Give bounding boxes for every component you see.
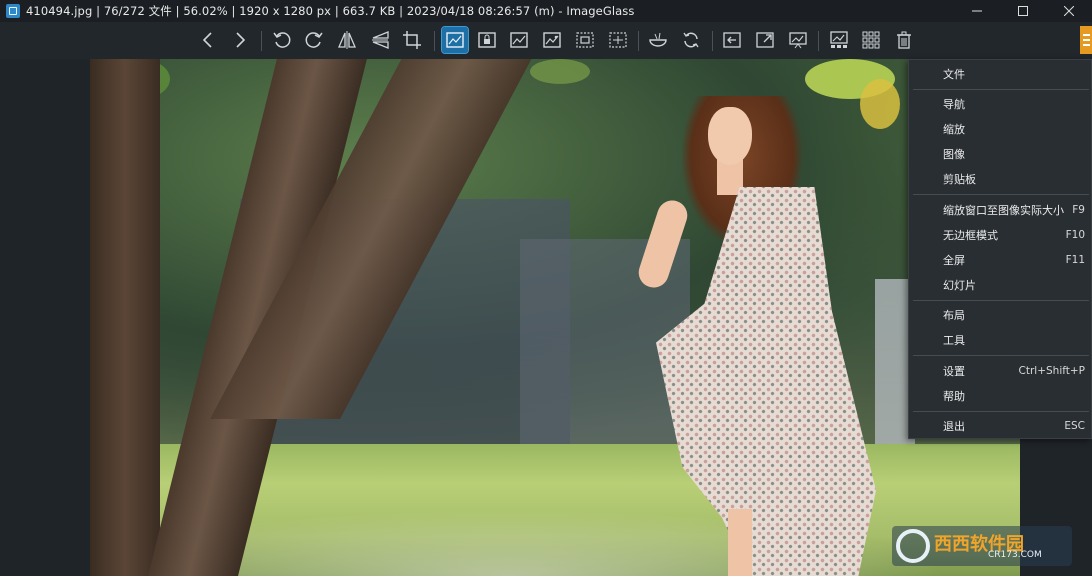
refresh-button[interactable] — [678, 27, 704, 53]
menu-item-image[interactable]: 图像 — [909, 141, 1092, 166]
menu-divider — [913, 194, 1089, 195]
toolbar-divider — [638, 31, 639, 51]
chevron-left-icon — [202, 32, 212, 48]
menu-item-fit-window[interactable]: 缩放窗口至图像实际大小 F9 — [909, 197, 1092, 222]
toolbar-divider — [818, 31, 819, 51]
refresh-icon — [683, 32, 699, 48]
thumbnail-icon — [830, 31, 848, 48]
flip-horizontal-button[interactable] — [334, 27, 360, 53]
lock-zoom-button[interactable] — [474, 27, 500, 53]
menu-divider — [913, 355, 1089, 356]
chevron-right-icon — [236, 32, 246, 48]
menu-item-navigation[interactable]: 导航 — [909, 91, 1092, 116]
toolbar — [0, 22, 1092, 59]
gallery-button[interactable] — [858, 27, 884, 53]
flip-horizontal-icon — [338, 31, 356, 49]
menu-item-layout[interactable]: 布局 — [909, 302, 1092, 327]
menu-item-help[interactable]: 帮助 — [909, 383, 1092, 408]
scale-to-fill-button[interactable] — [605, 27, 631, 53]
menu-divider — [913, 300, 1089, 301]
slideshow-icon — [789, 32, 807, 49]
menu-item-tools[interactable]: 工具 — [909, 327, 1092, 352]
menu-item-clipboard[interactable]: 剪贴板 — [909, 166, 1092, 191]
grid-icon — [862, 31, 880, 49]
previous-image-button[interactable] — [195, 27, 221, 53]
goto-icon — [723, 32, 741, 48]
image-lock-icon — [478, 32, 496, 48]
title-bar: 410494.jpg | 76/272 文件 | 56.02% | 1920 x… — [0, 0, 1092, 22]
rotate-right-button[interactable] — [301, 27, 327, 53]
menu-item-fullscreen[interactable]: 全屏 F11 — [909, 247, 1092, 272]
rotate-right-icon — [305, 32, 323, 48]
menu-divider — [913, 411, 1089, 412]
main-menu: 文件 导航 缩放 图像 剪贴板 缩放窗口至图像实际大小 F9 无边框模式 F10… — [908, 59, 1092, 439]
flip-vertical-button[interactable] — [367, 27, 393, 53]
menu-divider — [913, 89, 1089, 90]
maximize-icon — [1018, 6, 1028, 16]
scale-to-height-button[interactable] — [539, 27, 565, 53]
maximize-button[interactable] — [1000, 0, 1046, 22]
menu-item-zoom[interactable]: 缩放 — [909, 116, 1092, 141]
watermark-url: CR173.COM — [988, 550, 1042, 560]
scale-to-fit-button[interactable] — [572, 27, 598, 53]
minimize-button[interactable] — [954, 0, 1000, 22]
scale-height-icon — [543, 32, 561, 48]
crop-icon — [403, 31, 421, 49]
close-button[interactable] — [1046, 0, 1092, 22]
window-title: 410494.jpg | 76/272 文件 | 56.02% | 1920 x… — [26, 4, 635, 18]
toolbar-divider — [261, 31, 262, 51]
checkerboard-button[interactable] — [645, 27, 671, 53]
minimize-icon — [972, 10, 982, 12]
menu-item-slideshow[interactable]: 幻灯片 — [909, 272, 1092, 297]
scale-width-icon — [510, 32, 528, 48]
slideshow-button[interactable] — [785, 27, 811, 53]
rotate-left-icon — [273, 32, 291, 48]
thumbnail-bar-button[interactable] — [826, 27, 852, 53]
flip-vertical-icon — [372, 31, 389, 49]
watermark: 西西软件园 CR173.COM — [892, 526, 1072, 566]
scale-to-width-button[interactable] — [506, 27, 532, 53]
photo — [90, 59, 1020, 576]
fullscreen-button[interactable] — [752, 27, 778, 53]
goto-image-button[interactable] — [719, 27, 745, 53]
menu-item-settings[interactable]: 设置 Ctrl+Shift+P — [909, 358, 1092, 383]
zoom-auto-button[interactable] — [441, 26, 469, 54]
close-icon — [1064, 6, 1074, 16]
toolbar-divider — [712, 31, 713, 51]
trash-icon — [897, 31, 911, 49]
hamburger-menu-icon — [1082, 34, 1090, 46]
toolbar-divider — [434, 31, 435, 51]
menu-item-frameless[interactable]: 无边框模式 F10 — [909, 222, 1092, 247]
next-image-button[interactable] — [227, 27, 253, 53]
main-menu-button[interactable] — [1080, 26, 1092, 54]
crop-button[interactable] — [399, 27, 425, 53]
bowl-icon — [649, 32, 667, 47]
rotate-left-button[interactable] — [269, 27, 295, 53]
delete-button[interactable] — [891, 27, 917, 53]
expand-icon — [756, 32, 774, 48]
menu-item-file[interactable]: 文件 — [909, 61, 1092, 86]
image-auto-icon — [446, 32, 464, 48]
scale-fill-icon — [609, 32, 627, 48]
watermark-logo-icon — [896, 529, 930, 563]
imageglass-icon — [6, 4, 20, 18]
menu-item-exit[interactable]: 退出 ESC — [909, 413, 1092, 438]
scale-fit-icon — [576, 32, 594, 48]
window-controls — [954, 0, 1092, 22]
